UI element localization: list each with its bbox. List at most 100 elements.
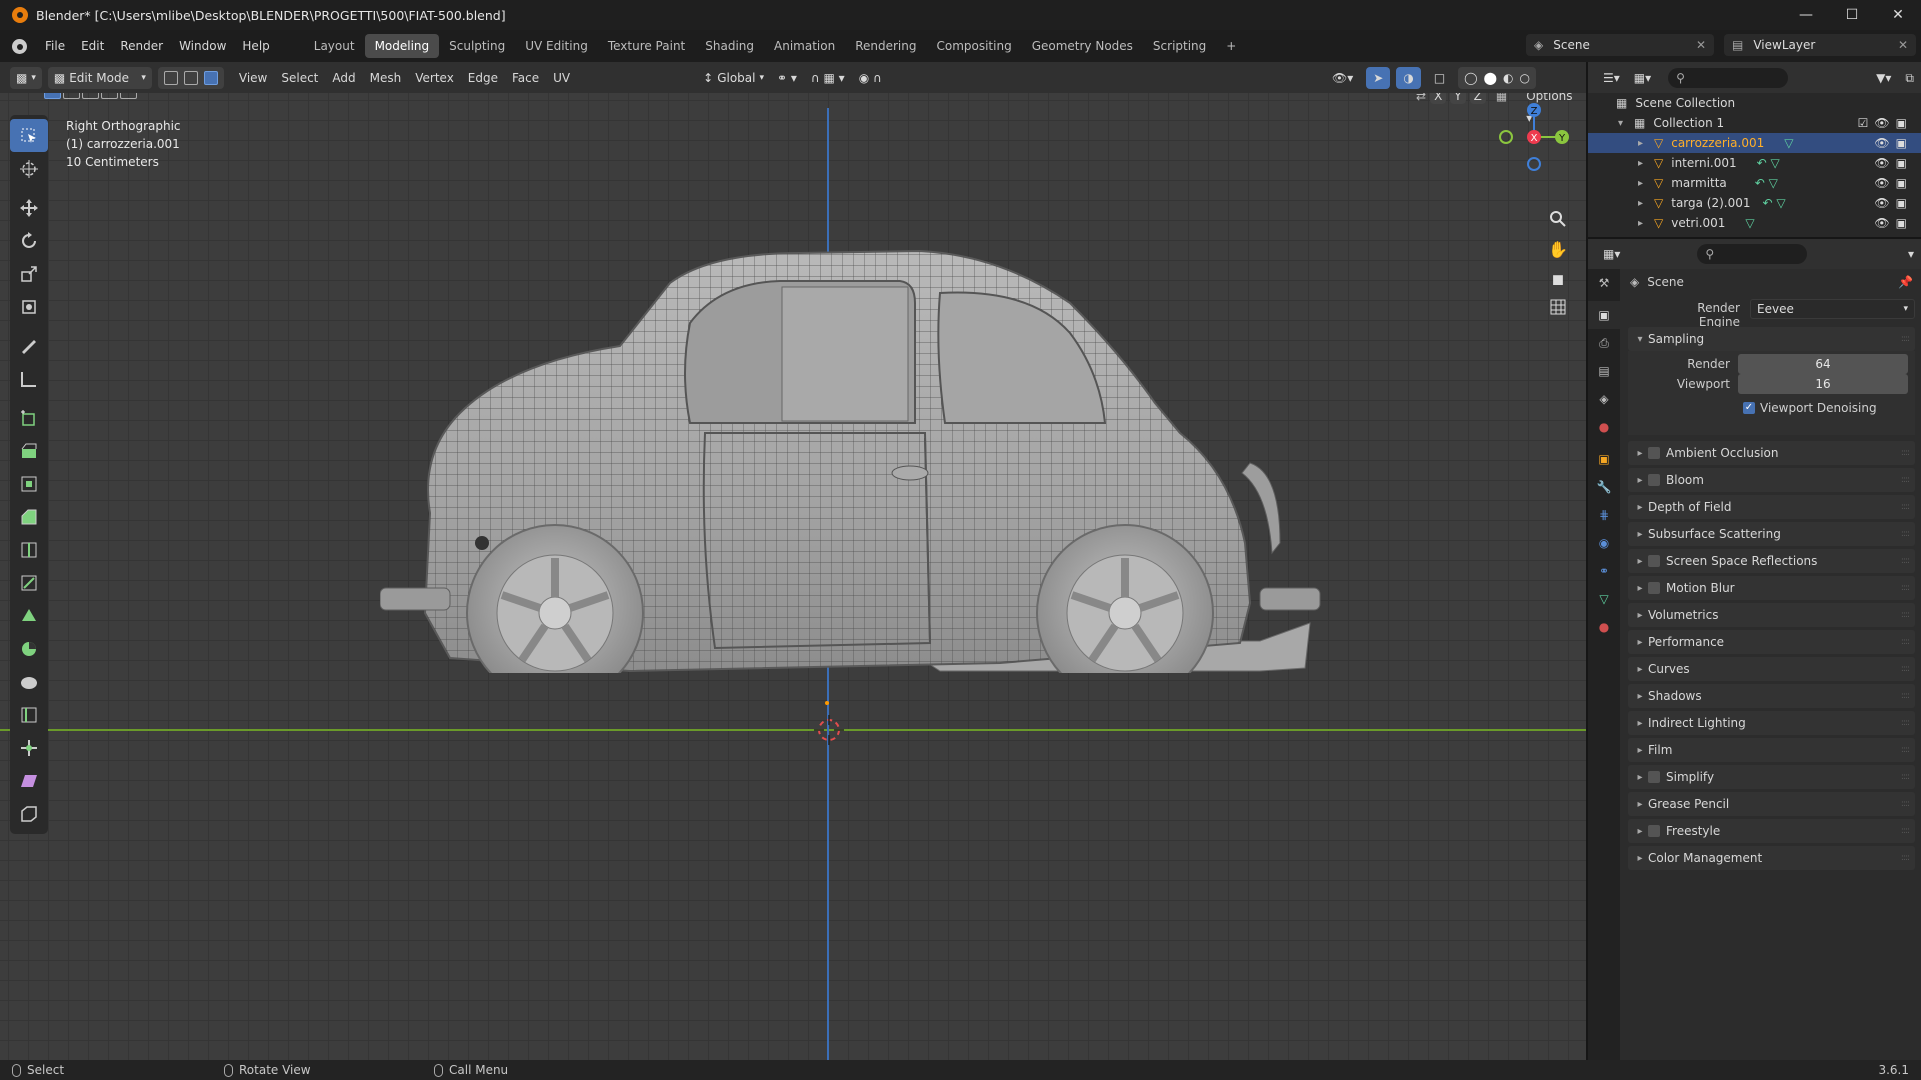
drag-handle-icon[interactable]: :::: <box>1901 691 1910 701</box>
menu-select[interactable]: Select <box>274 67 325 89</box>
bevel-tool[interactable] <box>10 500 48 533</box>
sampling-panel-header[interactable]: ▾ Sampling:::: <box>1628 327 1915 351</box>
transform-tool[interactable] <box>10 290 48 323</box>
viewport-samples-field[interactable]: 16 <box>1738 374 1908 394</box>
panel-header-volumetrics[interactable]: ▸ Volumetrics:::: <box>1628 603 1915 627</box>
drag-handle-icon[interactable]: :::: <box>1901 502 1910 512</box>
drag-handle-icon[interactable]: :::: <box>1901 745 1910 755</box>
3d-cursor-icon[interactable] <box>814 715 844 745</box>
maximize-icon[interactable]: ☐ <box>1829 0 1875 30</box>
tab-layout[interactable]: Layout <box>304 34 365 58</box>
object-toggles[interactable]: 👁▣ <box>1874 196 1913 210</box>
panel-enable-checkbox[interactable] <box>1648 771 1660 783</box>
object-tab-icon[interactable]: ▣ <box>1588 445 1620 473</box>
menu-add[interactable]: Add <box>325 67 362 89</box>
rip-region-tool[interactable] <box>10 797 48 830</box>
select-subtract-icon[interactable] <box>82 93 99 99</box>
collection-toggles[interactable]: ☑👁▣ <box>1858 116 1913 130</box>
pan-hand-icon[interactable]: ✋ <box>1543 235 1573 263</box>
blender-menu-icon[interactable] <box>12 38 27 54</box>
menu-view[interactable]: View <box>232 67 274 89</box>
outliner-item[interactable]: ▸ ▽ marmitta ↶ ▽ 👁▣ <box>1588 173 1921 193</box>
select-intersect-icon[interactable] <box>120 93 137 99</box>
tab-sculpting[interactable]: Sculpting <box>439 34 515 58</box>
inset-tool[interactable] <box>10 467 48 500</box>
loop-cut-tool[interactable] <box>10 533 48 566</box>
axis-x-toggle[interactable]: X <box>1430 93 1447 104</box>
panel-header-indirect-lighting[interactable]: ▸ Indirect Lighting:::: <box>1628 711 1915 735</box>
outliner-item[interactable]: ▸ ▽ interni.001 ↶ ▽ 👁▣ <box>1588 153 1921 173</box>
menu-file[interactable]: File <box>37 35 73 57</box>
collection-row[interactable]: ▾ ▦ Collection 1 ☑👁▣ <box>1588 113 1921 133</box>
navigation-gizmo[interactable]: Z Y X <box>1494 97 1574 177</box>
object-toggles[interactable]: 👁▣ <box>1874 136 1913 150</box>
drag-handle-icon[interactable]: :::: <box>1901 799 1910 809</box>
properties-editor-type-icon[interactable]: ▦▾ <box>1596 243 1627 265</box>
panel-header-simplify[interactable]: ▸ Simplify:::: <box>1628 765 1915 789</box>
select-invert-icon[interactable] <box>101 93 118 99</box>
smooth-tool[interactable] <box>10 665 48 698</box>
drag-handle-icon[interactable]: :::: <box>1901 475 1910 485</box>
viewport-denoising-checkbox[interactable]: ✓ Viewport Denoising <box>1743 401 1877 415</box>
drag-handle-icon[interactable]: :::: <box>1901 637 1910 647</box>
menu-render[interactable]: Render <box>112 35 171 57</box>
particles-tab-icon[interactable]: ⋕ <box>1588 501 1620 529</box>
fiat-500-mesh[interactable] <box>380 243 1330 673</box>
transform-orientation[interactable]: ↕ Global ▾ <box>697 67 770 89</box>
drag-handle-icon[interactable]: :::: <box>1901 853 1910 863</box>
outliner-editor-type-icon[interactable]: ☰▾ <box>1596 67 1627 89</box>
output-tab-icon[interactable]: ⎙ <box>1588 329 1620 357</box>
filter-icon[interactable]: ▼▾ <box>1869 67 1898 89</box>
world-tab-icon[interactable]: ● <box>1588 413 1620 441</box>
tab-compositing[interactable]: Compositing <box>926 34 1021 58</box>
render-samples-field[interactable]: 64 <box>1738 354 1908 374</box>
object-toggles[interactable]: 👁▣ <box>1874 216 1913 230</box>
menu-vertex[interactable]: Vertex <box>408 67 461 89</box>
modifiers-tab-icon[interactable]: 🔧 <box>1588 473 1620 501</box>
tab-animation[interactable]: Animation <box>764 34 845 58</box>
pin-icon[interactable]: 📌 <box>1898 275 1913 289</box>
annotate-tool[interactable] <box>10 329 48 362</box>
menu-edge[interactable]: Edge <box>461 67 505 89</box>
vertex-select-icon[interactable] <box>163 70 178 85</box>
panel-enable-checkbox[interactable] <box>1648 555 1660 567</box>
gizmo-toggle-icon[interactable]: ➤ <box>1366 66 1391 89</box>
drag-handle-icon[interactable]: :::: <box>1901 583 1910 593</box>
axis-y-toggle[interactable]: Y <box>1450 93 1466 104</box>
scene-selector[interactable]: ◈ Scene ✕ <box>1526 34 1714 56</box>
tab-shading[interactable]: Shading <box>695 34 764 58</box>
material-shading-icon[interactable]: ◐ <box>1503 71 1513 85</box>
panel-header-depth-of-field[interactable]: ▸ Depth of Field:::: <box>1628 495 1915 519</box>
object-toggles[interactable]: 👁▣ <box>1874 156 1913 170</box>
wireframe-shading-icon[interactable]: ◯ <box>1464 71 1477 85</box>
panel-header-color-management[interactable]: ▸ Color Management:::: <box>1628 846 1915 870</box>
panel-header-performance[interactable]: ▸ Performance:::: <box>1628 630 1915 654</box>
pin-icon[interactable]: ✕ <box>1696 38 1706 52</box>
outliner-item[interactable]: ▸ ▽ vetri.001 ▽ 👁▣ <box>1588 213 1921 233</box>
scene-tab-icon[interactable]: ◈ <box>1588 385 1620 413</box>
panel-enable-checkbox[interactable] <box>1648 825 1660 837</box>
panel-enable-checkbox[interactable] <box>1648 582 1660 594</box>
3d-viewport[interactable]: Right Orthographic (1) carrozzeria.001 1… <box>0 93 1586 1060</box>
spin-tool[interactable] <box>10 632 48 665</box>
panel-header-motion-blur[interactable]: ▸ Motion Blur:::: <box>1628 576 1915 600</box>
panel-header-bloom[interactable]: ▸ Bloom:::: <box>1628 468 1915 492</box>
data-tab-icon[interactable]: ▽ <box>1588 585 1620 613</box>
constraints-tab-icon[interactable]: ⚭ <box>1588 557 1620 585</box>
proportional-edit-icon[interactable]: ◉ ∩ <box>852 67 889 89</box>
drag-handle-icon[interactable]: :::: <box>1901 448 1910 458</box>
tab-uv-editing[interactable]: UV Editing <box>515 34 598 58</box>
drag-handle-icon[interactable]: :::: <box>1901 556 1910 566</box>
tab-rendering[interactable]: Rendering <box>845 34 926 58</box>
new-collection-icon[interactable]: ⧉ <box>1898 67 1921 89</box>
zoom-icon[interactable] <box>1543 205 1573 233</box>
rendered-shading-icon[interactable]: ○ <box>1520 71 1530 85</box>
select-new-icon[interactable] <box>44 93 61 99</box>
object-toggles[interactable]: 👁▣ <box>1874 176 1913 190</box>
drag-handle-icon[interactable]: :::: <box>1901 529 1910 539</box>
scale-tool[interactable] <box>10 257 48 290</box>
drag-handle-icon[interactable]: :::: <box>1901 772 1910 782</box>
overlay-toggle-icon[interactable]: ◑ <box>1396 66 1421 89</box>
panel-header-film[interactable]: ▸ Film:::: <box>1628 738 1915 762</box>
tab-geometry-nodes[interactable]: Geometry Nodes <box>1022 34 1143 58</box>
